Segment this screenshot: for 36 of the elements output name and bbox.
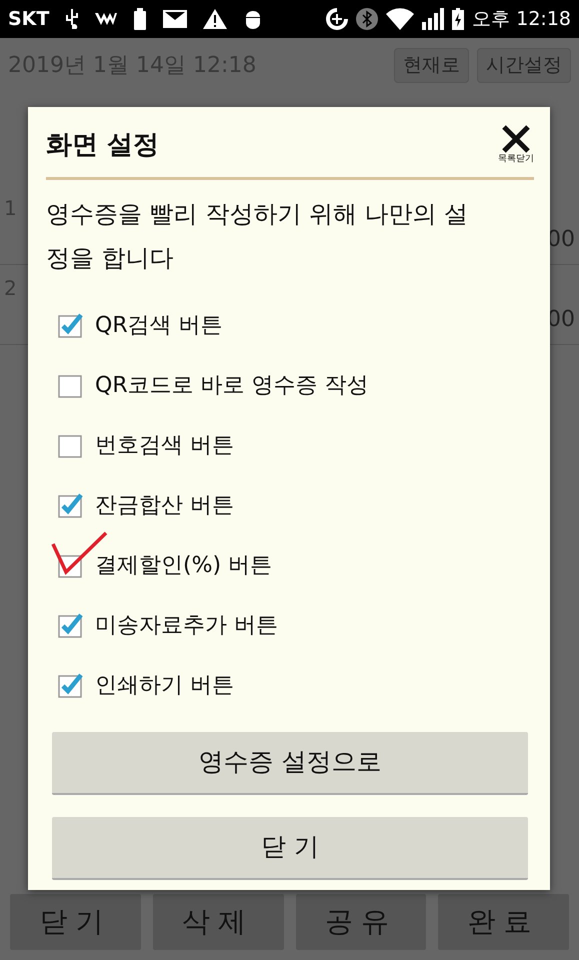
- battery-icon: [133, 8, 148, 30]
- time-button[interactable]: 현재로: [394, 48, 469, 82]
- checkbox[interactable]: [58, 373, 83, 398]
- checkbox[interactable]: [58, 673, 83, 698]
- dialog-button[interactable]: 영수증 설정으로: [52, 732, 528, 794]
- checkbox[interactable]: [58, 613, 83, 638]
- action-button[interactable]: 닫기: [10, 894, 141, 950]
- clock-label: 오후 12:18: [472, 6, 571, 32]
- checkbox[interactable]: [58, 493, 83, 518]
- option-label: 번호검색 버튼: [95, 432, 234, 460]
- action-button[interactable]: 완료: [438, 894, 569, 950]
- option-label: 인쇄하기 버튼: [95, 672, 234, 700]
- option-label: QR검색 버튼: [95, 312, 223, 340]
- dialog-button[interactable]: 닫 기: [52, 816, 528, 880]
- close-button[interactable]: 목록닫기: [498, 125, 534, 166]
- dialog-description: 영수증을 빨리 작성하기 위해 나만의 설정을 합니다: [46, 198, 470, 274]
- cell-signal-icon: [422, 8, 444, 30]
- data-saver-icon: [326, 8, 348, 30]
- checkbox[interactable]: [58, 313, 83, 338]
- time-button[interactable]: 시간설정: [477, 48, 571, 82]
- carrier-label: SKT: [8, 6, 50, 32]
- option-label: 잔금합산 버튼: [95, 492, 234, 520]
- dialog-title: 화면 설정: [46, 129, 160, 162]
- mail-icon: [163, 10, 188, 28]
- charging-battery-icon: [452, 8, 464, 30]
- usb-icon: [65, 9, 80, 29]
- option-label: QR코드로 바로 영수증 작성: [95, 372, 369, 400]
- bluetooth-icon: [356, 8, 378, 30]
- wifi-icon: [386, 8, 414, 30]
- option-label: 결제할인(%) 버튼: [95, 552, 272, 580]
- option-label: 미송자료추가 버튼: [95, 612, 278, 640]
- signal-strength-icon: [95, 13, 118, 25]
- checkbox[interactable]: [58, 433, 83, 458]
- warning-icon: [203, 9, 228, 29]
- action-button[interactable]: 삭제: [152, 894, 284, 950]
- action-button[interactable]: 공유: [296, 894, 426, 950]
